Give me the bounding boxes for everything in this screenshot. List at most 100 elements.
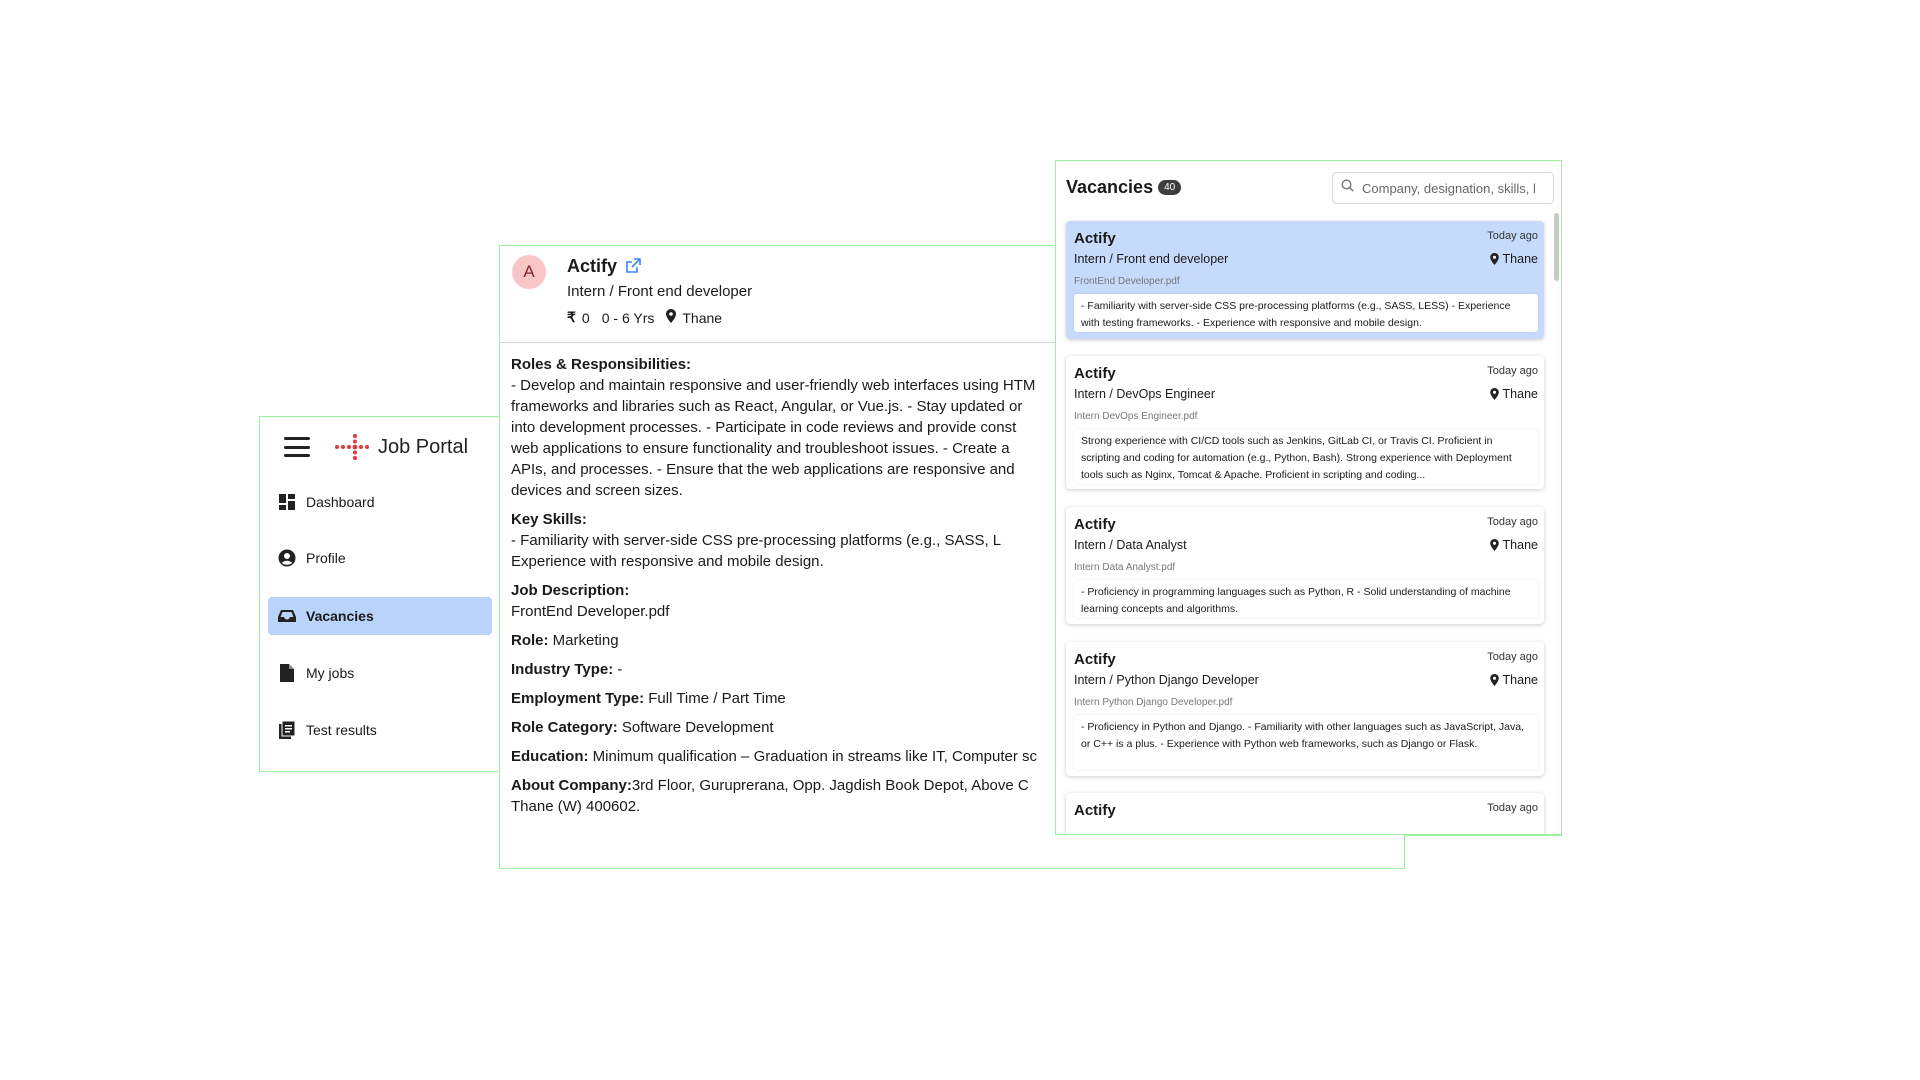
sidebar: Job Portal Dashboard Profile Vacancies M… <box>259 416 499 772</box>
search-input[interactable] <box>1360 179 1549 197</box>
card-description: - Proficiency in Python and Django. - Fa… <box>1074 715 1538 770</box>
skills-line: - Familiarity with server-side CSS pre-p… <box>511 532 1002 549</box>
account-circle-icon <box>278 549 296 567</box>
card-description: Strong experience with CI/CD tools such … <box>1074 429 1538 484</box>
app-logo[interactable]: Job Portal <box>334 432 468 462</box>
card-description: - Proficiency in programming languages s… <box>1074 580 1538 618</box>
clipboard-icon <box>278 721 296 739</box>
search-icon <box>1341 179 1354 197</box>
card-role: Intern / Python Django Developer <box>1074 673 1259 687</box>
card-location: Thane <box>1489 538 1538 552</box>
skills-section: Key Skills: - Familiarity with server-si… <box>511 509 1051 572</box>
card-date: Today ago <box>1487 651 1538 663</box>
dashboard-icon <box>278 493 296 511</box>
card-description: - Familiarity with server-side CSS pre-p… <box>1074 294 1538 332</box>
about-value: 3rd Floor, Guruprerana, Opp. Jagdish Boo… <box>631 777 1029 794</box>
about-label: About Company: <box>511 777 632 794</box>
roles-line: devices and screen sizes. <box>511 482 683 499</box>
job-location: Thane <box>682 309 723 326</box>
about-row: About Company:3rd Floor, Guruprerana, Op… <box>511 775 1051 817</box>
vacancies-title: Vacancies <box>1066 177 1154 197</box>
education-row: Education: Minimum qualification – Gradu… <box>511 746 1051 767</box>
roles-line: APIs, and processes. - Ensure that the w… <box>511 461 1015 478</box>
card-company: Actify <box>1074 516 1116 533</box>
jd-file-link[interactable]: FrontEnd Developer.pdf <box>511 603 669 620</box>
external-link-icon[interactable] <box>625 257 642 279</box>
menu-icon[interactable] <box>284 437 310 457</box>
location-pin-icon <box>1489 539 1499 551</box>
sidebar-item-profile[interactable]: Profile <box>268 539 492 577</box>
vacancy-card[interactable]: Actify Today ago Intern / Data Analyst T… <box>1066 507 1544 624</box>
sidebar-item-label: Profile <box>306 550 346 566</box>
card-location-text: Thane <box>1502 673 1538 687</box>
card-role: Intern / DevOps Engineer <box>1074 387 1216 401</box>
job-role: Intern / Front end developer <box>567 283 753 300</box>
app-title: Job Portal <box>378 435 469 458</box>
card-file: Intern Data Analyst.pdf <box>1074 562 1176 573</box>
jd-heading: Job Description: <box>511 582 630 599</box>
sidebar-item-vacancies[interactable]: Vacancies <box>268 597 492 635</box>
card-date: Today ago <box>1487 365 1538 377</box>
employment-label: Employment Type: <box>511 690 645 707</box>
card-location: Thane <box>1489 252 1538 266</box>
education-value: Minimum qualification – Graduation in st… <box>592 748 1038 765</box>
industry-label: Industry Type: <box>511 661 614 678</box>
location-pin-icon <box>1489 253 1499 265</box>
location-pin-icon <box>666 309 677 326</box>
sidebar-item-my-jobs[interactable]: My jobs <box>268 654 492 692</box>
search-box[interactable] <box>1332 172 1554 204</box>
sidebar-item-test-results[interactable]: Test results <box>268 711 492 749</box>
sidebar-item-label: Test results <box>306 722 377 738</box>
roles-heading: Roles & Responsibilities: <box>511 356 692 373</box>
location-pin-icon <box>1489 674 1499 686</box>
card-location: Thane <box>1489 673 1538 687</box>
vacancy-card[interactable]: Actify Today ago <box>1066 793 1544 834</box>
job-meta: ₹ 0 0 - 6 Yrs Thane <box>567 309 722 326</box>
sidebar-item-label: Vacancies <box>306 608 374 624</box>
sidebar-item-label: My jobs <box>306 665 355 681</box>
sidebar-item-dashboard[interactable]: Dashboard <box>268 483 492 521</box>
role-label: Role: <box>511 632 549 649</box>
card-date: Today ago <box>1487 230 1538 242</box>
document-icon <box>278 664 296 682</box>
vacancy-card[interactable]: Actify Today ago Intern / Python Django … <box>1066 642 1544 776</box>
job-description-section: Job Description: FrontEnd Developer.pdf <box>511 580 1051 622</box>
vacancies-panel: Vacancies 40 Actify Today ago Intern / F… <box>1055 160 1562 835</box>
sidebar-header: Job Portal <box>260 417 499 477</box>
job-portal-logo-icon <box>335 434 369 460</box>
card-role: Intern / Front end developer <box>1074 252 1229 266</box>
education-label: Education: <box>511 748 589 765</box>
skills-heading: Key Skills: <box>511 511 587 528</box>
scrollbar-thumb[interactable] <box>1554 213 1559 281</box>
industry-value: - <box>617 661 623 678</box>
card-company: Actify <box>1074 230 1116 247</box>
role-row: Role: Marketing <box>511 630 1051 651</box>
category-label: Role Category: <box>511 719 618 736</box>
category-value: Software Development <box>621 719 774 736</box>
job-detail-body: Roles & Responsibilities: - Develop and … <box>511 354 1051 825</box>
inbox-icon <box>278 607 296 625</box>
card-date: Today ago <box>1487 516 1538 528</box>
vacancies-header: Vacancies 40 <box>1066 177 1182 198</box>
card-company: Actify <box>1074 802 1116 819</box>
card-company: Actify <box>1074 651 1116 668</box>
vacancies-count-badge: 40 <box>1158 180 1182 195</box>
card-company: Actify <box>1074 365 1116 382</box>
card-file: Intern Python Django Developer.pdf <box>1074 697 1233 708</box>
vacancy-card[interactable]: Actify Today ago Intern / DevOps Enginee… <box>1066 356 1544 489</box>
roles-line: frameworks and libraries such as React, … <box>511 398 1023 415</box>
company-name: Actify <box>567 256 618 276</box>
card-file: Intern DevOps Engineer.pdf <box>1074 411 1198 422</box>
vacancy-card[interactable]: Actify Today ago Intern / Front end deve… <box>1066 221 1544 339</box>
card-date: Today ago <box>1487 802 1538 814</box>
role-value: Marketing <box>552 632 619 649</box>
salary: 0 <box>581 309 590 326</box>
rupee-icon: ₹ <box>567 309 576 325</box>
company-avatar: A <box>512 255 546 289</box>
panel-edge <box>1404 835 1562 875</box>
card-location-text: Thane <box>1502 252 1538 266</box>
card-file: FrontEnd Developer.pdf <box>1074 276 1180 287</box>
card-location: Thane <box>1489 387 1538 401</box>
roles-section: Roles & Responsibilities: - Develop and … <box>511 354 1051 501</box>
card-location-text: Thane <box>1502 387 1538 401</box>
